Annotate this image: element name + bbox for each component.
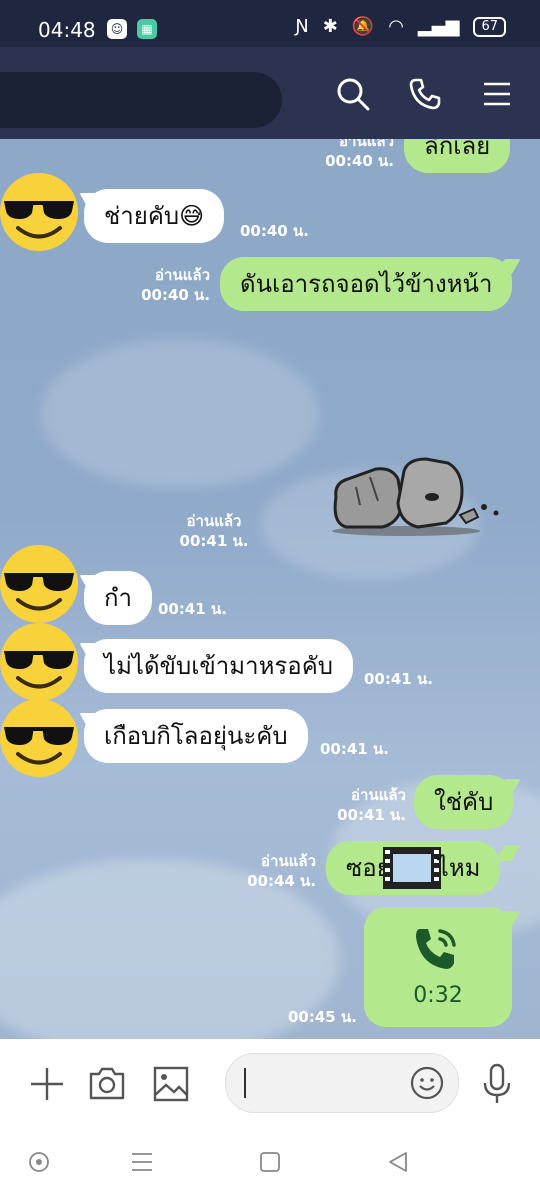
home-nav-icon[interactable] xyxy=(259,1151,281,1173)
read-receipt: อ่านแล้ว xyxy=(339,139,394,150)
image-icon[interactable] xyxy=(152,1065,190,1103)
contact-avatar[interactable] xyxy=(0,545,78,623)
battery-icon: 67 xyxy=(473,16,506,37)
read-receipt: อ่านแล้ว xyxy=(155,266,210,284)
menu-icon[interactable] xyxy=(480,77,514,111)
message-text: ไม่ได้ขับเข้ามาหรอคับ xyxy=(104,652,333,680)
message-meta: อ่านแล้ว 00:40 น. xyxy=(138,265,210,305)
outgoing-message[interactable]: ใช่คับ xyxy=(414,775,514,829)
app-notification-icon-2: ▦ xyxy=(137,19,157,39)
phone-call-icon xyxy=(416,929,456,969)
call-history-bubble[interactable]: 0:32 xyxy=(364,907,512,1027)
read-receipt: อ่านแล้ว xyxy=(186,512,242,530)
incoming-message[interactable]: เกือบกิโลอยุ่นะคับ xyxy=(84,709,308,763)
chat-message-list[interactable]: อ่านแล้ว 00:40 น. ลึกเลย ช่ายคับ😅 00:40 … xyxy=(0,139,540,1039)
wifi-icon: ◠ xyxy=(388,16,404,37)
recents-nav-icon[interactable] xyxy=(130,1151,154,1173)
read-receipt: อ่านแล้ว xyxy=(351,786,406,804)
call-duration: 0:32 xyxy=(413,983,463,1008)
message-time: 00:41 น. xyxy=(179,532,249,550)
message-time: 00:40 น. xyxy=(240,222,309,240)
message-input[interactable] xyxy=(225,1053,459,1113)
outgoing-message[interactable]: ซอย ไหม xyxy=(326,841,501,895)
message-time: 00:44 น. xyxy=(247,872,316,890)
rock-creature-sticker[interactable] xyxy=(326,457,506,539)
message-time: 00:41 น. xyxy=(158,600,227,618)
microphone-icon[interactable] xyxy=(482,1063,512,1105)
chat-header xyxy=(0,47,540,139)
contact-avatar[interactable] xyxy=(0,173,78,251)
nfc-icon: Ɲ xyxy=(295,16,309,37)
bluetooth-icon: ✱ xyxy=(322,16,338,37)
message-time: 00:41 น. xyxy=(364,670,433,688)
message-text: ใช่คับ xyxy=(434,788,494,816)
message-text: เกือบกิโลอยุ่นะคับ xyxy=(104,722,288,750)
message-text: ดันเอารถจอดไว้ข้างหน้า xyxy=(240,270,493,298)
search-icon[interactable] xyxy=(336,77,370,111)
message-time: 00:41 น. xyxy=(320,740,389,758)
message-meta: อ่านแล้ว 00:40 น. xyxy=(322,139,394,171)
status-time: 04:48 xyxy=(38,18,96,42)
incoming-message[interactable]: ไม่ได้ขับเข้ามาหรอคับ xyxy=(84,639,353,693)
contact-avatar[interactable] xyxy=(0,623,78,701)
incoming-message[interactable]: กำ xyxy=(84,571,153,625)
message-time: 00:45 น. xyxy=(288,1008,357,1026)
film-frames-emoji xyxy=(382,847,441,889)
text-cursor xyxy=(244,1068,246,1098)
app-notification-icon: ☺ xyxy=(107,19,127,39)
emoji-icon[interactable] xyxy=(410,1066,444,1100)
phone-call-icon[interactable] xyxy=(408,77,442,111)
message-text: กำ xyxy=(104,584,133,612)
message-text: ลึกเลย xyxy=(424,139,491,160)
status-icons: Ɲ ✱ 🔕 ◠ ▂▄▆ 67 xyxy=(295,16,506,37)
outgoing-message[interactable]: ลึกเลย xyxy=(404,139,511,173)
message-input-bar xyxy=(0,1039,540,1200)
message-time: 00:41 น. xyxy=(337,806,406,824)
message-text: ช่ายคับ😅 xyxy=(104,202,205,230)
camera-icon[interactable] xyxy=(88,1065,126,1101)
signal-icon: ▂▄▆ xyxy=(417,16,460,37)
message-text-2: ไหม xyxy=(436,854,481,882)
incoming-message[interactable]: ช่ายคับ😅 xyxy=(84,189,225,243)
mute-icon: 🔕 xyxy=(351,16,375,37)
message-meta: อ่านแล้ว 00:44 น. xyxy=(244,851,316,891)
chat-title-redacted[interactable] xyxy=(0,72,282,128)
add-icon[interactable] xyxy=(28,1065,66,1103)
message-time: 00:40 น. xyxy=(325,152,394,170)
system-nav-bar xyxy=(0,1139,540,1200)
assistant-nav-icon[interactable] xyxy=(28,1151,50,1173)
message-time: 00:40 น. xyxy=(141,286,210,304)
back-nav-icon[interactable] xyxy=(386,1150,410,1174)
message-meta: อ่านแล้ว 00:41 น. xyxy=(334,785,406,825)
read-receipt: อ่านแล้ว xyxy=(261,852,316,870)
message-meta: อ่านแล้ว 00:41 น. xyxy=(174,511,254,551)
outgoing-message[interactable]: ดันเอารถจอดไว้ข้างหน้า xyxy=(220,257,513,311)
contact-avatar[interactable] xyxy=(0,699,78,777)
